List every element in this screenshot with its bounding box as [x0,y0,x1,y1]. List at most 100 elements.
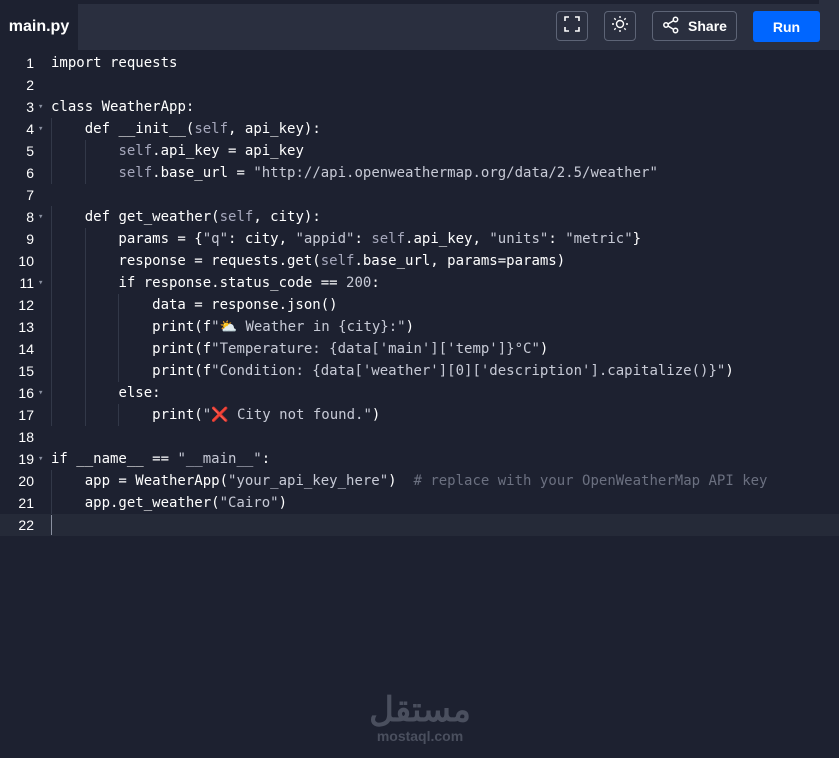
indent-guide [118,316,120,338]
code-line[interactable]: 18 [0,426,839,448]
indent-guide [51,382,52,404]
file-tab-label: main.py [8,18,70,35]
indent-guide [84,404,86,426]
code-text: app.get_weather("Cairo") [51,495,288,511]
code-line[interactable]: 12 data = response.json() [0,294,839,316]
code-line[interactable]: 3 ▾ class WeatherApp: [0,96,839,118]
indent-guide [51,360,52,382]
code-line[interactable]: 22 [0,514,839,536]
line-number: 20 [18,473,34,489]
indent-guide [84,360,86,382]
code-line[interactable]: 14 print(f"Temperature: {data['main']['t… [0,338,839,360]
code-text: if __name__ == "__main__": [51,451,271,467]
theme-toggle-button[interactable] [604,11,636,41]
indent-guide [84,140,86,162]
code-text: self.api_key = api_key [118,143,304,159]
indent-guide [51,140,52,162]
code-line[interactable]: 9 params = {"q": city, "appid": self.api… [0,228,839,250]
text-cursor [51,515,52,535]
indent-guide [51,294,52,316]
code-text: else: [118,385,161,401]
indent-guide [84,272,86,294]
indent-guide [118,294,120,316]
line-number: 8 [26,209,34,225]
indent-guide [51,228,52,250]
line-number: 7 [26,187,34,203]
code-line[interactable]: 16 ▾ else: [0,382,839,404]
code-line[interactable]: 5 self.api_key = api_key [0,140,839,162]
line-number: 2 [26,77,34,93]
indent-guide [84,162,86,184]
code-line[interactable]: 6 self.base_url = "http://api.openweathe… [0,162,839,184]
code-text: self.base_url = "http://api.openweatherm… [118,165,658,181]
run-button[interactable]: Run [753,11,820,42]
line-number: 12 [18,297,34,313]
editor-toolbar: main.py Share Run [0,0,839,50]
indent-guide [51,250,52,272]
line-number: 6 [26,165,34,181]
code-line[interactable]: 11 ▾ if response.status_code == 200: [0,272,839,294]
fold-chevron-icon[interactable]: ▾ [38,448,43,470]
line-number: 4 [26,121,34,137]
line-number: 16 [18,385,34,401]
code-text: print(f"Condition: {data['weather'][0]['… [51,363,734,379]
line-number: 17 [18,407,34,423]
code-line[interactable]: 20 app = WeatherApp("your_api_key_here")… [0,470,839,492]
code-text: def get_weather(self, city): [84,209,321,225]
line-number: 9 [26,231,34,247]
line-number: 21 [18,495,34,511]
code-line[interactable]: 15 print(f"Condition: {data['weather'][0… [0,360,839,382]
code-line[interactable]: 1 import requests [0,52,839,74]
code-line[interactable]: 21 app.get_weather("Cairo") [0,492,839,514]
code-line[interactable]: 17 print("❌ City not found.") [0,404,839,426]
line-number: 14 [18,341,34,357]
fullscreen-button[interactable] [556,11,588,41]
indent-guide [84,250,86,272]
fold-chevron-icon[interactable]: ▾ [38,272,43,294]
indent-guide [84,382,86,404]
fullscreen-icon [564,15,580,37]
indent-guide [51,118,52,140]
code-text: app = WeatherApp("your_api_key_here") # … [51,473,768,489]
file-tab-main-py[interactable]: main.py [0,4,78,50]
code-editor[interactable]: 1 import requests 2 3 ▾ class WeatherApp: 4 ▾ d… [0,50,839,758]
indent-guide [51,404,52,426]
indent-guide [51,162,52,184]
line-number: 15 [18,363,34,379]
indent-guide [51,206,52,228]
indent-guide [118,360,120,382]
line-number: 10 [18,253,34,269]
line-number: 13 [18,319,34,335]
fold-chevron-icon[interactable]: ▾ [38,118,43,140]
code-line[interactable]: 8 ▾ def get_weather(self, city): [0,206,839,228]
indent-guide [84,294,86,316]
code-text: def __init__(self, api_key): [84,121,321,137]
code-text: response = requests.get(self.base_url, p… [51,253,566,269]
code-line[interactable]: 13 print(f"⛅ Weather in {city}:") [0,316,839,338]
fold-chevron-icon[interactable]: ▾ [38,382,43,404]
code-line[interactable]: 4 ▾ def __init__(self, api_key): [0,118,839,140]
watermark-arabic: مستقل [369,691,471,729]
toolbar-edge [819,0,839,50]
fold-chevron-icon[interactable]: ▾ [38,206,43,228]
code-line[interactable]: 2 [0,74,839,96]
code-text: print(f"Temperature: {data['main']['temp… [51,341,549,357]
code-text: print(f"⛅ Weather in {city}:") [51,319,415,335]
line-number: 18 [18,429,34,445]
share-button[interactable]: Share [652,11,737,41]
watermark-latin: mostaql.com [376,728,464,744]
code-text: class WeatherApp: [51,99,195,115]
code-line[interactable]: 7 [0,184,839,206]
indent-guide [51,470,52,492]
code-text: print("❌ City not found.") [51,407,381,423]
code-text: import requests [51,55,178,71]
line-number: 19 [18,451,34,467]
code-line[interactable]: 10 response = requests.get(self.base_url… [0,250,839,272]
line-number: 1 [26,55,34,71]
code-line[interactable]: 19 ▾ if __name__ == "__main__": [0,448,839,470]
fold-chevron-icon[interactable]: ▾ [38,96,43,118]
indent-guide [84,338,86,360]
code-text: params = {"q": city, "appid": self.api_k… [51,231,642,247]
indent-guide [51,272,52,294]
code-text: data = response.json() [51,297,338,313]
